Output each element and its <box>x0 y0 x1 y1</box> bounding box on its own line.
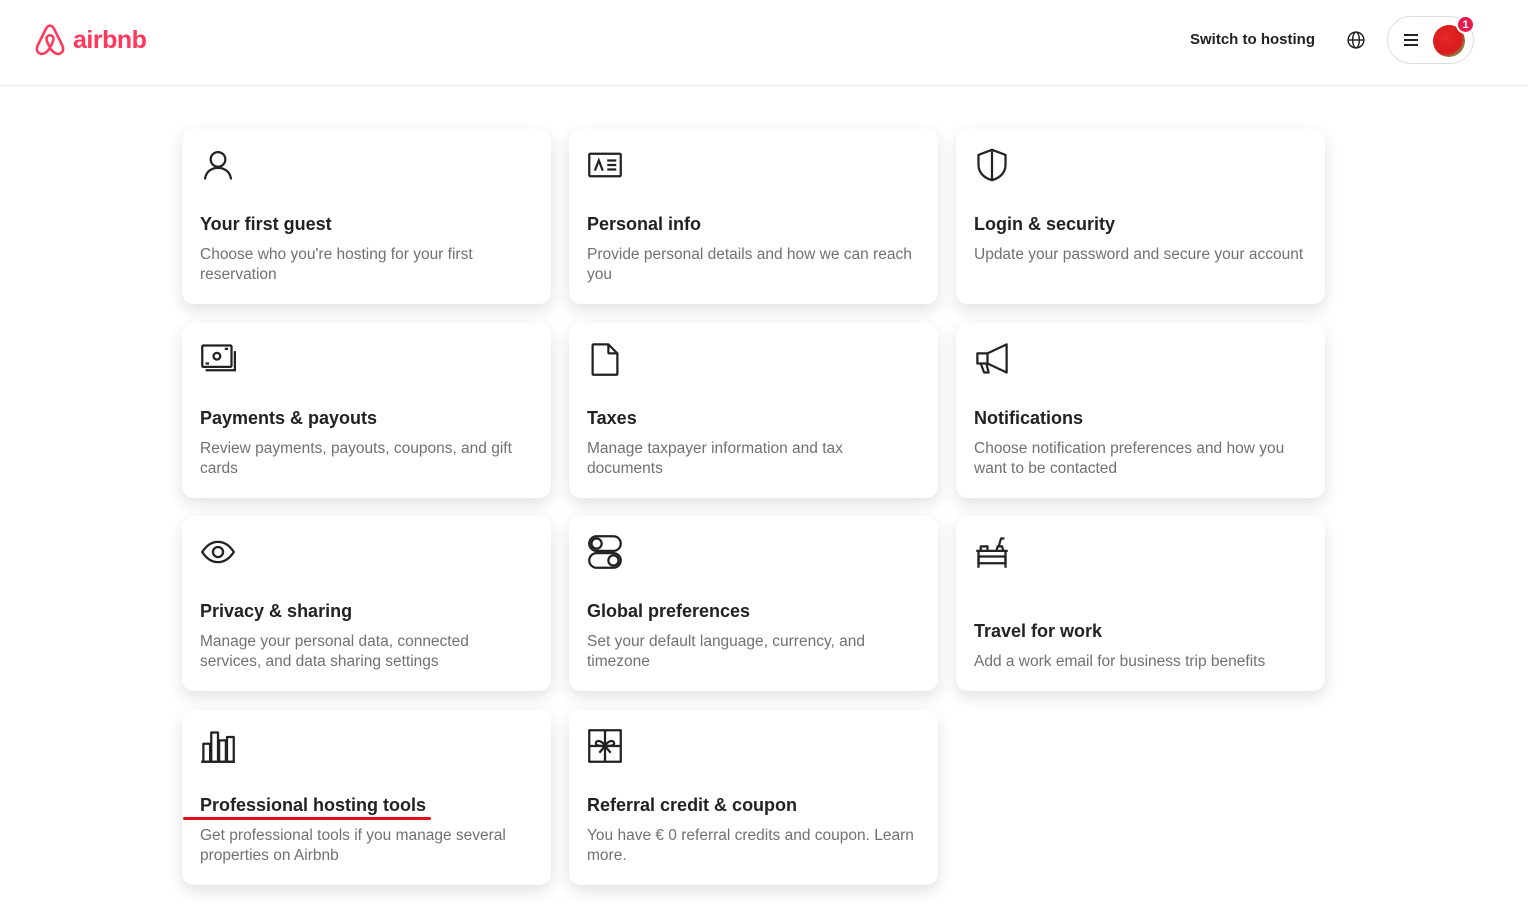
desk-icon <box>976 537 1008 568</box>
account-settings-grid: Your first guest Choose who you're hosti… <box>182 129 1325 885</box>
card-professional-hosting-tools[interactable]: Professional hosting tools Get professio… <box>182 709 551 885</box>
card-description: Manage your personal data, connected ser… <box>200 633 469 670</box>
card-personal-info[interactable]: Personal info Provide personal details a… <box>569 129 938 304</box>
airbnb-logo-icon <box>35 24 65 56</box>
card-title: Professional hosting tools <box>200 794 427 815</box>
bar-chart-icon <box>201 730 235 763</box>
card-notifications[interactable]: Notifications Choose notification prefer… <box>956 322 1325 498</box>
card-title: Taxes <box>587 407 637 428</box>
card-description: Review payments, payouts, coupons, and g… <box>200 439 512 477</box>
card-title: Global preferences <box>587 601 751 621</box>
hamburger-icon <box>1404 34 1418 46</box>
id-card-icon <box>588 152 622 178</box>
card-title: Your first guest <box>200 214 332 234</box>
toggles-icon <box>588 535 622 569</box>
document-icon <box>591 342 619 376</box>
card-description: Get professional tools if you manage sev… <box>200 826 506 864</box>
airbnb-logo[interactable]: airbnb <box>33 22 147 58</box>
card-description: Update your password and secure your acc… <box>974 246 1304 263</box>
card-login-security[interactable]: Login & security Update your password an… <box>956 129 1325 304</box>
person-icon <box>203 150 233 180</box>
red-underline-annotation <box>183 816 431 820</box>
globe-icon <box>1347 31 1365 49</box>
card-title: Referral credit & coupon <box>587 794 798 815</box>
card-taxes[interactable]: Taxes Manage taxpayer information and ta… <box>569 322 938 498</box>
gift-icon <box>588 728 622 763</box>
notification-badge: 1 <box>1456 15 1475 34</box>
card-your-first-guest[interactable]: Your first guest Choose who you're hosti… <box>182 129 551 304</box>
card-privacy-sharing[interactable]: Privacy & sharing Manage your personal d… <box>182 516 551 691</box>
money-icon <box>201 343 236 371</box>
eye-icon <box>200 540 236 564</box>
card-global-preferences[interactable]: Global preferences Set your default lang… <box>569 516 938 691</box>
card-title: Login & security <box>974 214 1116 234</box>
card-description: Provide personal details and how we can … <box>587 246 912 283</box>
card-description: You have € 0 referral credits and coupon… <box>587 826 914 864</box>
card-description: Add a work email for business trip benef… <box>974 653 1266 670</box>
megaphone-icon <box>976 342 1008 374</box>
card-title: Personal info <box>587 214 702 234</box>
card-description: Choose who you're hosting for your first… <box>200 246 473 283</box>
card-travel-for-work[interactable]: Travel for work Add a work email for bus… <box>956 516 1325 691</box>
card-payments-payouts[interactable]: Payments & payouts Review payments, payo… <box>182 322 551 498</box>
card-description: Manage taxpayer information and tax docu… <box>587 439 843 477</box>
card-title: Payments & payouts <box>200 407 378 428</box>
card-description: Set your default language, currency, and… <box>587 633 866 670</box>
brand-wordmark: airbnb <box>73 26 147 54</box>
card-title: Notifications <box>974 407 1084 428</box>
user-menu-button[interactable]: 1 <box>1387 15 1475 64</box>
card-referral-credit-coupon[interactable]: Referral credit & coupon You have € 0 re… <box>569 709 938 885</box>
top-header: airbnb Switch to hosting 1 <box>0 0 1528 86</box>
card-title: Travel for work <box>974 621 1103 641</box>
card-title: Privacy & sharing <box>200 601 353 621</box>
shield-icon <box>977 148 1007 182</box>
switch-to-hosting-link[interactable]: Switch to hosting <box>1178 26 1327 54</box>
card-description: Choose notification preferences and how … <box>974 439 1285 477</box>
language-button[interactable] <box>1340 24 1372 56</box>
